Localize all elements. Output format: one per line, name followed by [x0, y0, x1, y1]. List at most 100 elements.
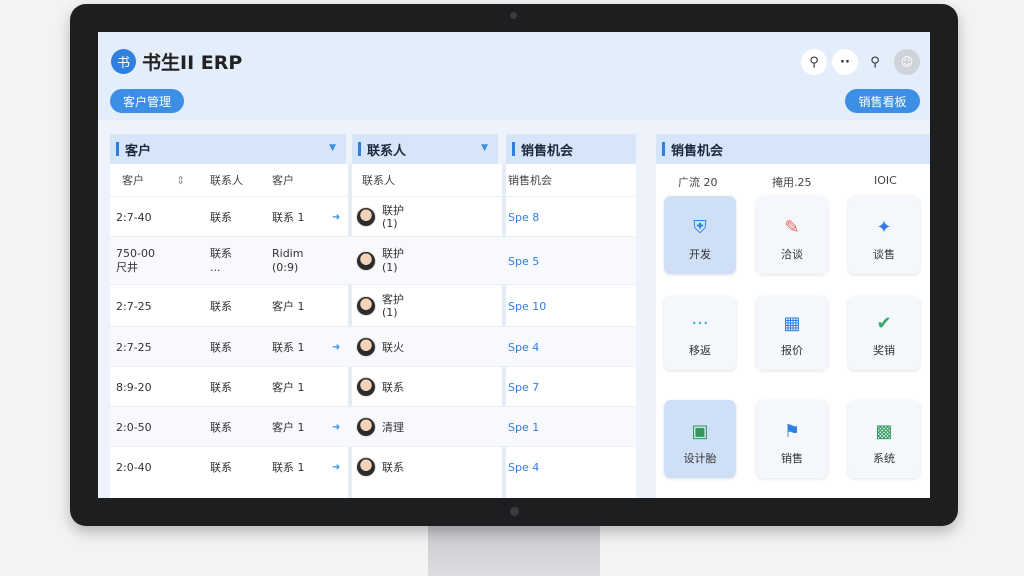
tile-label: 设计胎 — [683, 452, 717, 465]
row-contact-sub: (1) — [382, 217, 398, 230]
contact-avatar — [356, 337, 376, 357]
right-panel-title: 销售机会 — [671, 143, 724, 159]
table-row[interactable]: 8:9-20 联系 客户 1 联系 Spe 7 — [110, 366, 636, 406]
more-icon[interactable]: ·· — [832, 49, 858, 75]
app-screen: 书 书生II ERP 客户管理 销售看板 ⚲ ·· ⚲ ☺ 客户 ▼ 联系人 ▼… — [98, 32, 930, 498]
chevron-down-icon[interactable]: ▼ — [481, 143, 488, 153]
customer-panel-header[interactable]: 客户 ▼ — [110, 134, 346, 164]
accent-bar — [512, 142, 515, 156]
row-opportunity[interactable]: Spe 8 — [508, 211, 539, 224]
row-contact: 联火 — [382, 341, 404, 354]
sort-icon[interactable]: ⇕ — [176, 164, 185, 196]
contact-avatar — [356, 296, 376, 316]
row-field-sub: ... — [210, 261, 221, 274]
table-row[interactable]: 2:7-25 联系 联系 1 ➜ 联火 Spe 4 — [110, 326, 636, 366]
customer-management-button[interactable]: 客户管理 — [110, 89, 184, 113]
tile-design[interactable]: ▣ 设计胎 — [664, 400, 736, 478]
shield-icon: ⛨ — [693, 217, 707, 238]
chart-icon: ▩ — [875, 421, 893, 442]
tile-system[interactable]: ▩ 系统 — [848, 400, 920, 478]
tile-quote[interactable]: ▦ 报价 — [756, 296, 828, 370]
row-customer: 客户 1 — [272, 300, 305, 313]
chevron-down-icon[interactable]: ▼ — [329, 143, 336, 153]
arrow-right-icon[interactable]: ➜ — [332, 342, 340, 353]
row-opportunity[interactable]: Spe 7 — [508, 381, 539, 394]
tile-label: 洽谈 — [781, 248, 803, 261]
arrow-right-icon[interactable]: ➜ — [332, 212, 340, 223]
row-opportunity[interactable]: Spe 4 — [508, 341, 539, 354]
row-field: 联系 — [210, 421, 232, 434]
column-header[interactable]: 联系人 — [362, 164, 395, 196]
accent-bar — [662, 142, 665, 156]
contact-avatar — [356, 417, 376, 437]
row-customer: 联系 1 — [272, 461, 305, 474]
tile-label: 开发 — [689, 248, 711, 261]
tile-sales-talk[interactable]: ✦ 谈售 — [848, 196, 920, 274]
row-field: 联系 — [210, 341, 232, 354]
row-date: 2:0-40 — [116, 461, 152, 474]
search-icon[interactable]: ⚲ — [862, 49, 888, 75]
monitor: 书 书生II ERP 客户管理 销售看板 ⚲ ·· ⚲ ☺ 客户 ▼ 联系人 ▼… — [70, 4, 958, 526]
row-contact: 联系 — [382, 381, 404, 394]
tile-column-header: 广流 20 — [678, 176, 718, 189]
row-opportunity[interactable]: Spe 10 — [508, 300, 546, 313]
user-avatar[interactable]: ☺ — [894, 49, 920, 75]
doc-icon: ▣ — [691, 421, 709, 442]
column-header[interactable]: 联系人 — [210, 164, 243, 196]
tile-reward[interactable]: ✔ 奖销 — [848, 296, 920, 370]
sales-dashboard-button[interactable]: 销售看板 — [845, 89, 920, 113]
tile-label: 移返 — [689, 344, 711, 357]
column-header[interactable]: 客户 — [122, 164, 144, 196]
contact-panel-header[interactable]: 联系人 ▼ — [352, 134, 498, 164]
row-customer-sub: (0:9) — [272, 261, 299, 274]
contact-avatar — [356, 377, 376, 397]
row-date-sub: 尺井 — [116, 261, 138, 274]
table-row[interactable]: 2:7-40 联系 联系 1 ➜ 联护 (1) Spe 8 — [110, 196, 636, 236]
tile-column-header: IOIC — [874, 174, 897, 187]
row-customer: 联系 1 — [272, 341, 305, 354]
monitor-stand — [428, 524, 600, 576]
tile-label: 报价 — [781, 344, 803, 357]
row-date: 2:7-25 — [116, 300, 152, 313]
column-header[interactable]: 客户 — [272, 164, 294, 196]
webcam — [510, 12, 517, 19]
row-customer: 客户 1 — [272, 421, 305, 434]
dots-icon: ··· — [691, 313, 709, 334]
row-field: 联系 — [210, 300, 232, 313]
row-date: 750-00 — [116, 247, 155, 260]
contact-avatar — [356, 251, 376, 271]
row-contact: 联护 — [382, 247, 404, 260]
row-opportunity[interactable]: Spe 5 — [508, 255, 539, 268]
row-contact: 客护 — [382, 293, 404, 306]
row-opportunity[interactable]: Spe 4 — [508, 461, 539, 474]
search-icon[interactable]: ⚲ — [801, 49, 827, 75]
arrow-right-icon[interactable]: ➜ — [332, 462, 340, 473]
opportunity-tiles: 广流 20 掩用.25 IOIC ⛨ 开发 ✎ 洽谈 ✦ 谈售 ··· 移返 ▦… — [656, 164, 930, 498]
row-customer: 联系 1 — [272, 211, 305, 224]
row-contact-sub: (1) — [382, 261, 398, 274]
app-title: 书生II ERP — [142, 52, 243, 74]
contact-avatar — [356, 457, 376, 477]
row-contact: 清理 — [382, 421, 404, 434]
tile-sales[interactable]: ⚑ 销售 — [756, 400, 828, 478]
column-header[interactable]: 销售机会 — [508, 164, 552, 196]
lock-icon: ⚑ — [783, 421, 801, 442]
row-customer: Ridim — [272, 247, 304, 260]
row-field: 联系 — [210, 461, 232, 474]
table-row[interactable]: 750-00 尺井 联系 ... Ridim (0:9) 联护 (1) Spe … — [110, 236, 636, 284]
arrow-right-icon[interactable]: ➜ — [332, 422, 340, 433]
row-field: 联系 — [210, 381, 232, 394]
row-contact: 联护 — [382, 204, 404, 217]
opportunity-panel-header[interactable]: 销售机会 — [506, 134, 636, 164]
table-row[interactable]: 2:7-25 联系 客户 1 客护 (1) Spe 10 — [110, 284, 636, 326]
row-date: 2:7-40 — [116, 211, 152, 224]
tile-develop[interactable]: ⛨ 开发 — [664, 196, 736, 274]
power-light — [510, 507, 519, 516]
tile-label: 销售 — [781, 452, 803, 465]
tile-negotiate[interactable]: ✎ 洽谈 — [756, 196, 828, 274]
table-row[interactable]: 2:0-40 联系 联系 1 ➜ 联系 Spe 4 — [110, 446, 636, 486]
row-opportunity[interactable]: Spe 1 — [508, 421, 539, 434]
tile-move[interactable]: ··· 移返 — [664, 296, 736, 370]
table-row[interactable]: 2:0-50 联系 客户 1 ➜ 清理 Spe 1 — [110, 406, 636, 446]
opportunity-panel-title: 销售机会 — [521, 143, 574, 159]
